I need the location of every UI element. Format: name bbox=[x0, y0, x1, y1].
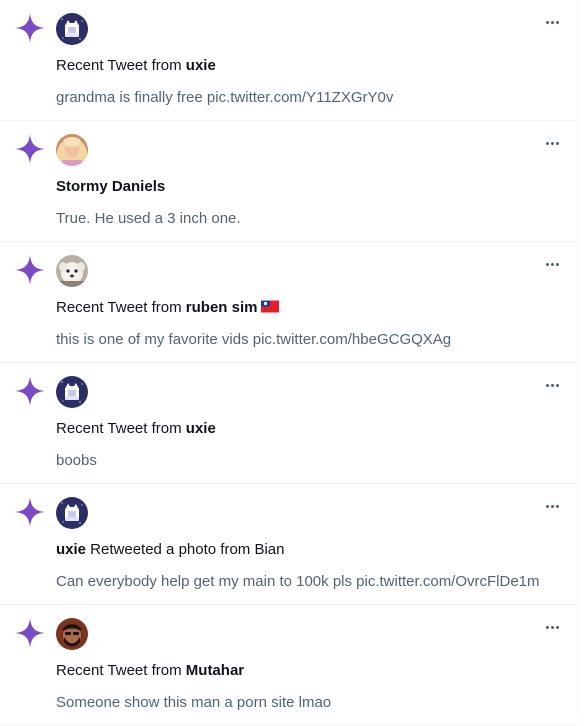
notification-item[interactable]: Stormy Daniels True. He used a 3 inch on… bbox=[0, 121, 577, 242]
sparkle-icon bbox=[14, 496, 46, 528]
notification-headline: Recent Tweet from ruben sim bbox=[56, 298, 279, 318]
more-options-button[interactable] bbox=[540, 617, 564, 637]
user-name-link[interactable]: Stormy Daniels bbox=[56, 178, 165, 195]
notification-item[interactable]: Recent Tweet from Mutahar Someone show t… bbox=[0, 605, 577, 726]
headline-prefix: Recent Tweet from bbox=[56, 662, 186, 679]
notification-item[interactable]: Recent Tweet from uxie boobs bbox=[0, 363, 577, 484]
notification-item[interactable]: Recent Tweet from ruben sim this is one … bbox=[0, 242, 577, 363]
white-dog-icon bbox=[56, 255, 88, 287]
avatar[interactable] bbox=[56, 376, 88, 408]
tweet-text[interactable]: True. He used a 3 inch one. bbox=[56, 209, 241, 229]
headline-prefix: Recent Tweet from bbox=[56, 420, 186, 437]
sparkle-icon bbox=[14, 133, 46, 165]
notification-item[interactable]: uxie Retweeted a photo from Bian Can eve… bbox=[0, 484, 577, 605]
user-name-link[interactable]: uxie bbox=[186, 420, 216, 437]
cat-cup-icon bbox=[56, 497, 88, 529]
notification-item[interactable]: Recent Tweet from uxie grandma is finall… bbox=[0, 0, 577, 121]
cat-cup-icon bbox=[56, 13, 88, 45]
user-name-link[interactable]: uxie bbox=[56, 541, 86, 558]
avatar[interactable] bbox=[56, 618, 88, 650]
tweet-text[interactable]: Can everybody help get my main to 100k p… bbox=[56, 572, 540, 592]
headline-prefix: Recent Tweet from bbox=[56, 299, 186, 316]
notification-headline: Stormy Daniels bbox=[56, 177, 165, 197]
headline-prefix: Recent Tweet from bbox=[56, 57, 186, 74]
taiwan-flag-icon bbox=[261, 300, 279, 313]
sparkle-icon bbox=[14, 375, 46, 407]
more-options-button[interactable] bbox=[540, 133, 564, 153]
user-name-link[interactable]: uxie bbox=[186, 57, 216, 74]
notification-headline: Recent Tweet from Mutahar bbox=[56, 661, 244, 681]
avatar[interactable] bbox=[56, 255, 88, 287]
avatar[interactable] bbox=[56, 497, 88, 529]
sparkle-icon bbox=[14, 254, 46, 286]
tweet-text[interactable]: Someone show this man a porn site lmao bbox=[56, 693, 331, 713]
notification-headline: Recent Tweet from uxie bbox=[56, 56, 216, 76]
avatar[interactable] bbox=[56, 134, 88, 166]
sparkle-icon bbox=[14, 617, 46, 649]
cat-cup-icon bbox=[56, 376, 88, 408]
notifications-feed: Recent Tweet from uxie grandma is finall… bbox=[0, 0, 578, 726]
more-options-button[interactable] bbox=[540, 375, 564, 395]
avatar[interactable] bbox=[56, 13, 88, 45]
bearded-man-icon bbox=[56, 618, 88, 650]
notification-headline: Recent Tweet from uxie bbox=[56, 419, 216, 439]
tweet-text[interactable]: this is one of my favorite vids pic.twit… bbox=[56, 330, 451, 350]
sparkle-icon bbox=[14, 12, 46, 44]
user-name-link[interactable]: Mutahar bbox=[186, 662, 244, 679]
tweet-text[interactable]: boobs bbox=[56, 451, 97, 471]
headline-suffix: Retweeted a photo from Bian bbox=[86, 541, 285, 558]
blonde-person-icon bbox=[56, 134, 88, 166]
more-options-button[interactable] bbox=[540, 496, 564, 516]
tweet-text[interactable]: grandma is finally free pic.twitter.com/… bbox=[56, 88, 393, 108]
notification-headline: uxie Retweeted a photo from Bian bbox=[56, 540, 284, 560]
more-options-button[interactable] bbox=[540, 12, 564, 32]
more-options-button[interactable] bbox=[540, 254, 564, 274]
user-name-link[interactable]: ruben sim bbox=[186, 299, 258, 316]
